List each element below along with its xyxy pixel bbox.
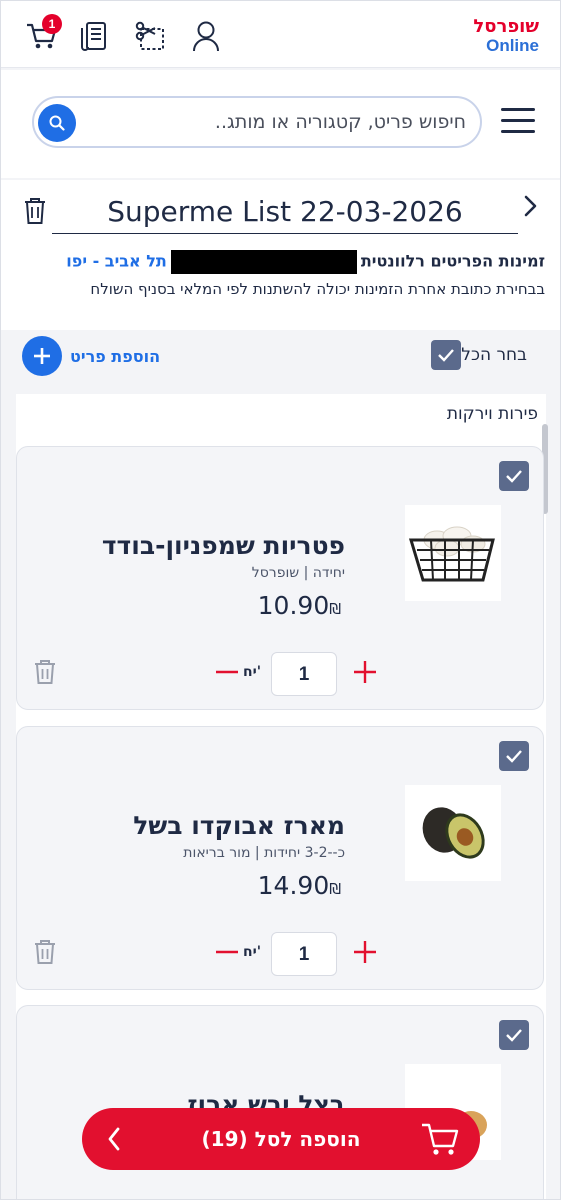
search-input[interactable] [86,108,466,136]
availability-line: זמינות הפריטים רלוונטית תל אביב - יפו [15,250,545,274]
search-icon [49,115,65,131]
avocado-icon [422,807,485,859]
list-actions: הוספת פריט בחר הכל [0,332,561,388]
availability-note: בבחירת כתובת אחרת הזמינות יכולה להשתנות … [90,280,545,298]
add-to-cart-bar[interactable]: הוספה לסל (19) [82,1108,480,1170]
quantity-input[interactable]: 1 [271,932,337,976]
quantity-stepper: 1 יח' [15,932,543,980]
minus-icon[interactable] [213,938,241,971]
plus-icon [22,336,62,376]
product-card: מארז אבוקדו בשל כ--3-2 יחידות | מור בריא… [16,726,544,990]
coupon-icon[interactable] [130,16,170,56]
product-image[interactable] [405,505,501,601]
price-value: 10.90 [257,591,330,620]
add-item-button[interactable]: הוספת פריט [22,336,160,376]
product-image[interactable] [405,785,501,881]
checkbox-checked-icon[interactable] [431,340,462,370]
select-all-checkbox[interactable]: בחר הכל [431,340,537,370]
price-value: 14.90 [257,871,330,900]
plus-icon[interactable] [351,658,379,691]
product-subtitle: יחידה | שופרסל [251,565,345,581]
add-item-label: הוספת פריט [70,346,161,366]
product-price: 14.90₪ [258,871,345,900]
category-title: פירות וירקות [446,404,538,424]
city-link[interactable]: תל אביב - יפו [66,252,167,271]
receipt-icon[interactable] [74,16,114,56]
search-button[interactable] [38,104,76,142]
search-field[interactable] [32,96,482,148]
quantity-input[interactable]: 1 [271,652,337,696]
plus-icon[interactable] [351,938,379,971]
user-icon[interactable] [186,16,226,56]
minus-icon[interactable] [213,658,241,691]
shufersal-logo[interactable]: שופרסל Online [459,18,539,58]
search-bar [0,70,561,178]
select-all-label: בחר הכל [461,345,527,365]
checkbox-checked-icon[interactable] [499,741,529,771]
currency-symbol: ₪ [329,600,341,618]
menu-icon[interactable] [501,108,535,136]
chevron-left-icon [106,1126,122,1157]
currency-symbol: ₪ [329,880,341,898]
unit-label: יח' [242,944,261,960]
redacted-address [170,250,357,274]
availability-label: זמינות הפריטים רלוונטית [360,251,545,271]
quantity-stepper: 1 יח' [15,652,543,700]
cart-icon[interactable]: 1 [22,14,62,56]
checkbox-checked-icon[interactable] [499,1020,529,1050]
product-card: פטריות שמפניון-בודד יחידה | שופרסל 10.90… [16,446,544,710]
list-title[interactable]: Superme List 22-03-2026 [52,192,518,234]
unit-label: יח' [242,664,261,680]
list-header: Superme List 22-03-2026 זמינות הפריטים ר… [0,180,561,330]
product-card: בצל יבש ארוז [16,1005,544,1200]
product-subtitle: כ--3-2 יחידות | מור בריאות [183,845,345,861]
trash-icon[interactable] [33,658,57,691]
product-name[interactable]: פטריות שמפניון-בודד [102,531,345,560]
cart-count-badge: 1 [42,14,62,34]
cart-icon [420,1120,460,1163]
chevron-right-icon[interactable] [523,194,539,223]
mushroom-basket-icon [408,526,495,582]
checkbox-checked-icon[interactable] [499,461,529,491]
delete-list-icon[interactable] [22,196,48,231]
product-name[interactable]: מארז אבוקדו בשל [133,811,345,840]
top-header: 1 שופרסל Online [0,0,561,68]
trash-icon[interactable] [33,938,57,971]
product-price: 10.90₪ [258,591,345,620]
